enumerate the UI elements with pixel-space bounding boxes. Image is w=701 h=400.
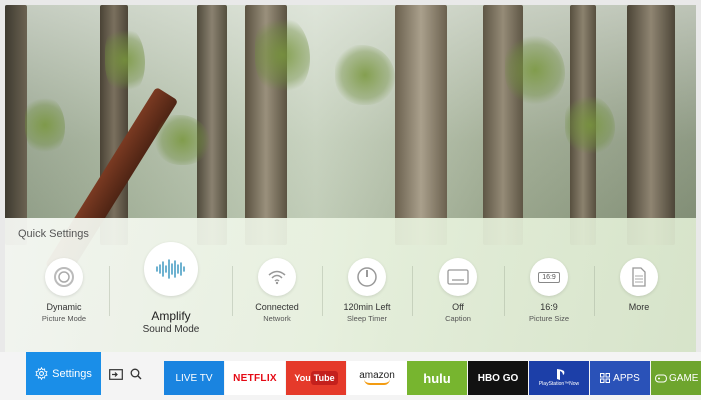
app-bar: Settings LIVE TV NETFLIX You Tube amazon … bbox=[0, 352, 701, 400]
playstation-now-tile[interactable]: PlayStation™Now bbox=[529, 361, 589, 395]
hbo-go-tile[interactable]: HBO GO bbox=[468, 361, 528, 395]
more-label: More bbox=[628, 302, 650, 312]
document-icon bbox=[620, 258, 658, 296]
more-item[interactable]: More bbox=[595, 256, 683, 346]
quick-settings-panel: Quick Settings Dynamic Picture Mode Ampl… bbox=[5, 218, 696, 352]
youtube-logo-tube: Tube bbox=[310, 371, 338, 385]
caption-value: Off bbox=[452, 302, 464, 312]
caption-label: Caption bbox=[445, 314, 471, 323]
gamepad-icon bbox=[655, 374, 667, 382]
divider bbox=[412, 266, 413, 316]
picture-size-label: Picture Size bbox=[528, 314, 570, 323]
settings-button[interactable]: Settings bbox=[26, 352, 101, 395]
sound-mode-item[interactable]: Amplify Sound Mode bbox=[116, 240, 226, 335]
amazon-logo: amazon bbox=[359, 371, 395, 385]
game-label: GAME bbox=[669, 372, 699, 384]
playstation-icon bbox=[557, 369, 565, 380]
game-tile[interactable]: GAME bbox=[651, 361, 701, 395]
amazon-tile[interactable]: amazon bbox=[347, 361, 407, 395]
search-icon[interactable] bbox=[130, 368, 142, 380]
sleep-timer-label: Sleep Timer bbox=[346, 314, 388, 323]
picture-size-item[interactable]: 16:9 16:9 Picture Size bbox=[505, 256, 593, 346]
hbo-go-logo: HBO GO bbox=[477, 372, 519, 384]
hulu-tile[interactable]: hulu bbox=[407, 361, 467, 395]
source-input-icon[interactable] bbox=[109, 368, 123, 380]
sleep-timer-value: 120min Left bbox=[343, 302, 391, 312]
picture-mode-value: Dynamic bbox=[46, 302, 82, 312]
picture-mode-label: Picture Mode bbox=[41, 314, 87, 323]
network-item[interactable]: Connected Network bbox=[233, 256, 321, 346]
source-search-group bbox=[109, 366, 149, 382]
quick-settings-title: Quick Settings bbox=[18, 228, 89, 240]
settings-label: Settings bbox=[52, 367, 92, 380]
tv-screen: Quick Settings Dynamic Picture Mode Ampl… bbox=[0, 0, 701, 400]
live-tv-label: LIVE TV bbox=[175, 372, 213, 384]
apps-grid-icon bbox=[600, 373, 611, 383]
playstation-now-label: PlayStation™Now bbox=[538, 381, 580, 387]
netflix-tile[interactable]: NETFLIX bbox=[225, 361, 285, 395]
tree-trunk bbox=[627, 5, 675, 245]
netflix-logo: NETFLIX bbox=[233, 372, 277, 384]
tree-trunk bbox=[395, 5, 447, 245]
divider bbox=[109, 266, 110, 316]
sound-mode-label: Sound Mode bbox=[142, 324, 200, 335]
aspect-ratio-icon-text: 16:9 bbox=[538, 271, 560, 283]
aspect-ratio-icon: 16:9 bbox=[530, 258, 568, 296]
tree-trunk bbox=[5, 5, 27, 245]
hulu-logo: hulu bbox=[423, 370, 451, 386]
sleep-timer-item[interactable]: 120min Left Sleep Timer bbox=[323, 256, 411, 346]
apps-tile[interactable]: APPS bbox=[590, 361, 650, 395]
sound-mode-value: Amplify bbox=[151, 309, 191, 323]
gear-icon bbox=[35, 367, 48, 380]
apps-label: APPS bbox=[613, 372, 640, 384]
youtube-logo-you: You bbox=[294, 373, 311, 383]
moss bbox=[155, 115, 210, 165]
amazon-smile-icon bbox=[363, 379, 390, 385]
sound-wave-icon bbox=[144, 242, 198, 296]
caption-icon bbox=[439, 258, 477, 296]
picture-mode-item[interactable]: Dynamic Picture Mode bbox=[20, 256, 108, 346]
live-tv-tile[interactable]: LIVE TV bbox=[164, 361, 224, 395]
timer-icon bbox=[348, 258, 386, 296]
picture-mode-icon bbox=[45, 258, 83, 296]
network-value: Connected bbox=[255, 302, 299, 312]
wifi-icon bbox=[258, 258, 296, 296]
network-label: Network bbox=[263, 314, 291, 323]
caption-item[interactable]: Off Caption bbox=[414, 256, 502, 346]
picture-size-value: 16:9 bbox=[540, 302, 558, 312]
youtube-tile[interactable]: You Tube bbox=[286, 361, 346, 395]
